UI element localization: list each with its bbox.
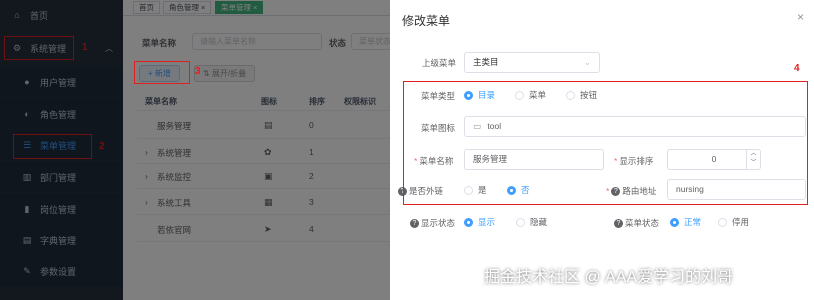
- visible-radio-hide[interactable]: 隐藏: [516, 216, 547, 228]
- watermark: 掘金技术社区 @ AAA爱学习的刘哥: [484, 269, 734, 286]
- radio-label: 显示: [478, 217, 496, 227]
- radio-circle-icon: [516, 217, 525, 227]
- radio-label: 正常: [684, 217, 702, 227]
- radio-dot-icon: [670, 217, 679, 227]
- visible-label: ? 显示状态: [410, 217, 455, 229]
- edit-menu-dialog: 修改菜单 × 上级菜单 主类目 ⌄ 4 菜单类型 目录 菜单 按钮 菜单图标 ▭…: [390, 0, 814, 300]
- annotation-box-3: [134, 61, 190, 84]
- radio-label: 停用: [732, 217, 750, 227]
- status-radio-disabled[interactable]: 停用: [718, 216, 749, 228]
- menu-status-label: ? 菜单状态: [614, 217, 659, 229]
- help-icon: ?: [410, 219, 419, 229]
- dialog-title: 修改菜单: [402, 14, 451, 28]
- modal-overlay[interactable]: [0, 0, 390, 300]
- status-radio-normal[interactable]: 正常: [670, 216, 701, 228]
- visible-radio-show[interactable]: 显示: [464, 216, 495, 228]
- radio-label: 隐藏: [530, 217, 548, 227]
- chevron-down-icon: ⌄: [583, 57, 591, 67]
- parent-menu-label: 上级菜单: [422, 58, 457, 68]
- help-icon: ?: [614, 219, 623, 229]
- annotation-box-4: [403, 81, 808, 205]
- annotation-number-4: 4: [794, 63, 800, 74]
- radio-circle-icon: [718, 217, 727, 227]
- close-icon[interactable]: ×: [797, 10, 804, 24]
- radio-dot-icon: [464, 217, 473, 227]
- parent-menu-select[interactable]: 主类目 ⌄: [464, 52, 600, 73]
- annotation-number-3: 3: [195, 66, 201, 77]
- parent-menu-value: 主类目: [473, 57, 499, 67]
